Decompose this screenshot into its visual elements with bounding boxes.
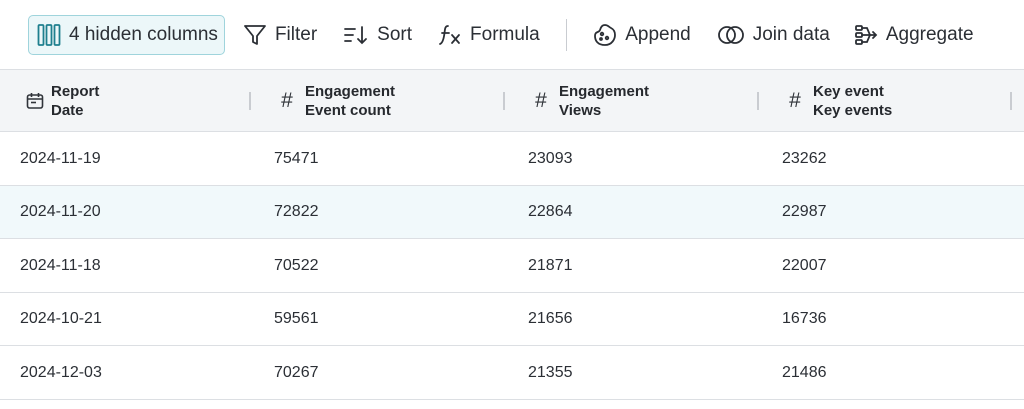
sort-button[interactable]: Sort [343,15,412,55]
hash-icon: # [281,89,293,112]
toolbar: 4 hidden columns Filter Sort Formula App… [0,0,1024,69]
column-header-event-count[interactable]: # Engagement Event count [276,70,395,132]
formula-icon [439,24,460,45]
formula-button[interactable]: Formula [438,15,540,55]
filter-icon [244,24,266,45]
cell-views: 22864 [528,203,573,220]
cell-views: 23093 [528,149,573,167]
cell-key-events: 22007 [782,256,827,274]
filter-label: Filter [274,23,318,45]
column-header-line2: Event count [305,102,391,119]
column-header-text: Key event Key events [813,82,892,120]
hash-icon: # [789,89,801,112]
filter-button[interactable]: Filter [243,15,317,55]
cell-event-count: 70522 [274,256,319,274]
sort-icon [344,25,368,44]
append-button[interactable]: Append [593,15,691,55]
column-header-line2: Date [51,102,84,119]
cell-views: 21355 [528,363,573,381]
aggregate-label: Aggregate [885,23,974,45]
cell-event-count: 75471 [274,149,319,167]
cell-key-events: 16736 [782,310,827,327]
cell-event-count: 70267 [274,363,319,381]
formula-label: Formula [470,23,540,45]
join-icon [717,25,744,44]
toolbar-divider [565,18,568,51]
join-data-label: Join data [752,23,830,45]
column-header-line1: Report [51,83,100,100]
table-row[interactable]: 2024-12-03 70267 21355 21486 [0,346,1024,400]
calendar-icon [24,90,46,112]
cell-key-events: 21486 [782,363,827,381]
cell-key-events: 23262 [782,149,827,167]
column-header-line1: Engagement [559,83,650,100]
columns-icon [37,23,61,46]
column-header-text: Engagement Event count [305,82,395,120]
append-icon [594,23,617,46]
cell-report-date: 2024-11-18 [20,256,101,274]
table-row[interactable]: 2024-11-20 72822 22864 22987 [0,185,1024,239]
cell-event-count: 72822 [274,203,319,220]
hidden-columns-button[interactable]: 4 hidden columns [28,14,225,55]
column-header-line1: Engagement [305,83,396,100]
column-header-text: Engagement Views [559,82,649,120]
cell-event-count: 59561 [274,310,319,327]
column-resize-handle[interactable] [1010,92,1012,110]
column-resize-handle[interactable] [757,92,759,110]
column-header-line2: Views [559,102,602,119]
join-data-button[interactable]: Join data [717,15,830,55]
table-row[interactable]: 2024-11-18 70522 21871 22007 [0,239,1024,293]
cell-report-date: 2024-11-20 [20,203,101,220]
hidden-columns-label: 4 hidden columns [69,23,218,45]
column-header-report-date[interactable]: Report Date [24,70,99,132]
column-resize-handle[interactable] [249,92,251,110]
column-header-line2: Key events [813,102,893,119]
cell-key-events: 22987 [782,203,827,220]
column-header-text: Report Date [51,82,99,120]
hash-icon: # [535,89,547,112]
cell-report-date: 2024-12-03 [20,363,102,381]
sort-label: Sort [377,23,413,45]
table-header: Report Date # Engagement Event count # E… [0,69,1024,132]
cell-views: 21656 [528,310,573,327]
column-header-key-events[interactable]: # Key event Key events [784,70,892,132]
column-header-line1: Key event [813,83,884,100]
data-table: Report Date # Engagement Event count # E… [0,69,1024,400]
cell-report-date: 2024-11-19 [20,149,101,167]
append-label: Append [625,23,691,45]
aggregate-button[interactable]: Aggregate [854,15,974,55]
table-row[interactable]: 2024-11-19 75471 23093 23262 [0,132,1024,186]
table-row[interactable]: 2024-10-21 59561 21656 16736 [0,292,1024,346]
column-header-views[interactable]: # Engagement Views [530,70,649,132]
aggregate-icon [854,24,878,45]
column-resize-handle[interactable] [503,92,505,110]
cell-views: 21871 [528,256,573,274]
cell-report-date: 2024-10-21 [20,310,102,327]
